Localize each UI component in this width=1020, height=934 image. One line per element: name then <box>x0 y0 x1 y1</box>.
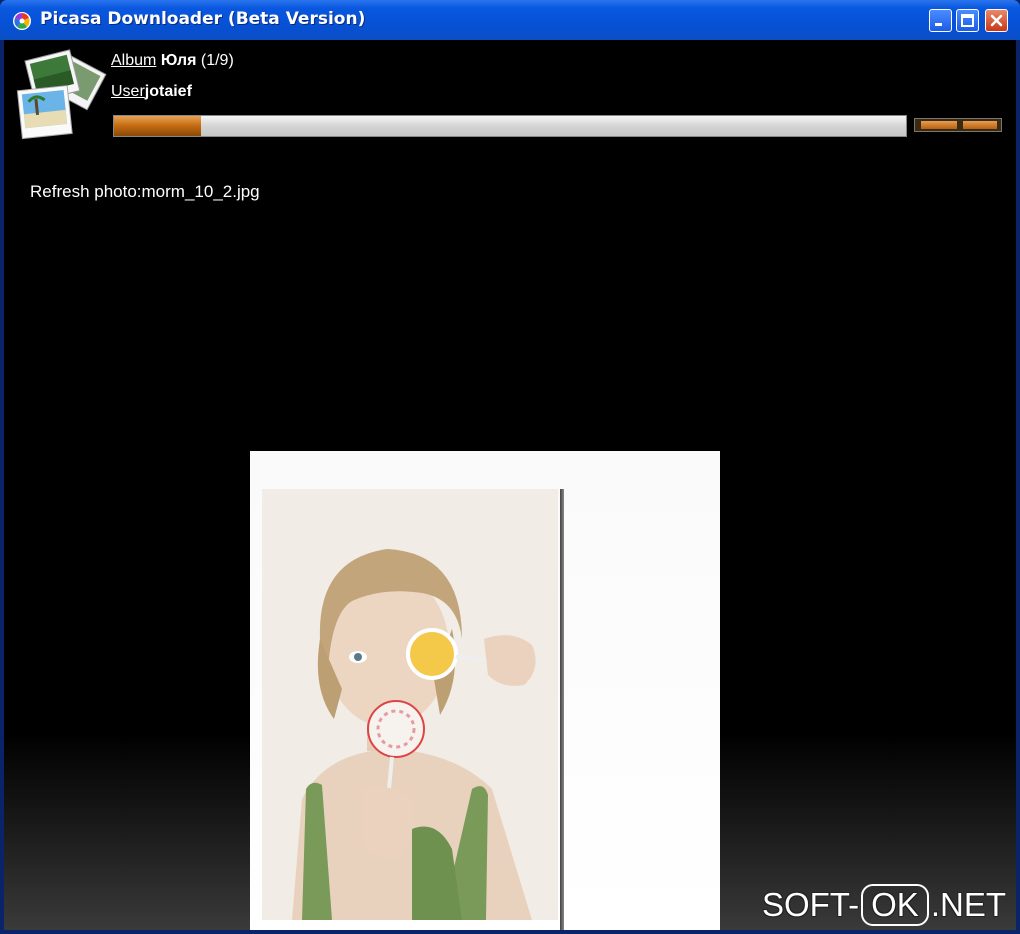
close-icon <box>990 14 1003 27</box>
picasa-pinwheel-icon <box>12 11 32 31</box>
progress-fill <box>114 116 202 136</box>
secondary-progress-segment <box>963 121 997 129</box>
app-window: Picasa Downloader (Beta Version) Album Ю… <box>0 0 1020 934</box>
minimize-button[interactable] <box>929 9 952 32</box>
watermark: SOFT- OK .NET <box>762 884 1006 926</box>
album-progress: (1/9) <box>200 52 234 69</box>
photo-preview-image <box>262 489 558 920</box>
photo-stack-icon <box>16 48 108 142</box>
main-panel: Album Юля (1/9) Userjotaief Refresh phot… <box>4 40 1016 930</box>
secondary-progress-indicator <box>914 118 1002 132</box>
photo-preview-frame <box>250 451 720 930</box>
user-line: Userjotaief <box>111 83 192 101</box>
window-title: Picasa Downloader (Beta Version) <box>40 9 366 29</box>
album-name: Юля <box>160 52 197 69</box>
download-progress-bar <box>113 115 907 137</box>
watermark-suffix: .NET <box>930 886 1006 923</box>
album-link[interactable]: Album <box>111 52 156 69</box>
maximize-icon <box>961 14 974 27</box>
title-bar[interactable]: Picasa Downloader (Beta Version) <box>0 0 1020 40</box>
close-button[interactable] <box>985 9 1008 32</box>
minimize-icon <box>935 23 942 26</box>
watermark-prefix: SOFT- <box>761 886 860 923</box>
user-link[interactable]: User <box>111 83 145 100</box>
secondary-progress-segment <box>921 121 957 129</box>
photo-divider <box>560 489 564 930</box>
status-text: Refresh photo:morm_10_2.jpg <box>30 182 260 201</box>
maximize-button[interactable] <box>956 9 979 32</box>
user-name: jotaief <box>144 83 192 100</box>
watermark-ok: OK <box>861 884 929 926</box>
album-line: Album Юля (1/9) <box>111 52 234 70</box>
